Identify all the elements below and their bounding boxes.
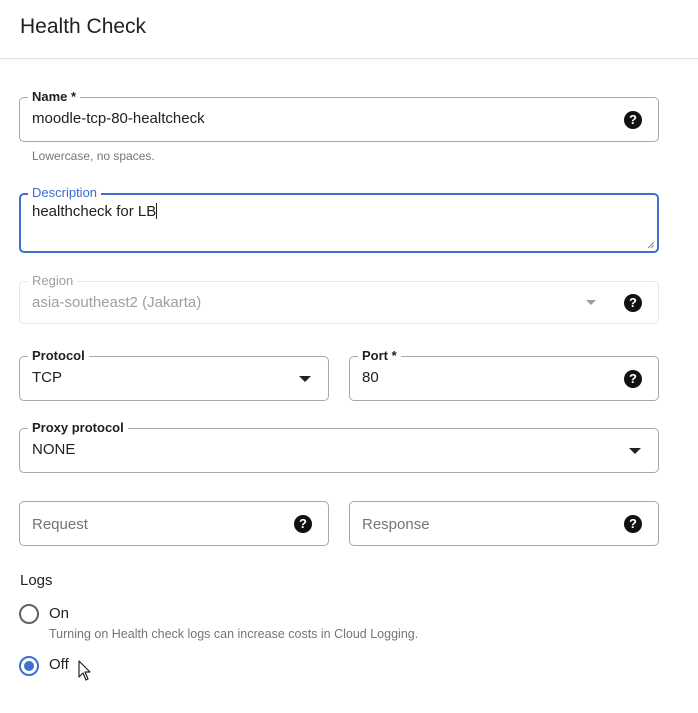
name-hint: Lowercase, no spaces. bbox=[32, 149, 155, 163]
help-circle-icon[interactable]: ? bbox=[294, 515, 312, 533]
request-field[interactable]: Request ? bbox=[19, 501, 329, 546]
help-circle-icon[interactable]: ? bbox=[624, 294, 642, 312]
response-input[interactable]: Response bbox=[362, 516, 430, 534]
region-label: Region bbox=[28, 273, 78, 289]
dropdown-arrow-icon bbox=[299, 376, 311, 382]
name-input[interactable]: moodle-tcp-80-healtcheck bbox=[32, 110, 205, 128]
help-circle-icon[interactable]: ? bbox=[624, 515, 642, 533]
port-label: Port * bbox=[358, 348, 401, 364]
port-input[interactable]: 80 bbox=[362, 369, 379, 387]
protocol-label: Protocol bbox=[28, 348, 89, 364]
name-field[interactable]: Name * moodle-tcp-80-healtcheck ? bbox=[19, 89, 659, 142]
proxy-protocol-label: Proxy protocol bbox=[28, 420, 128, 436]
logs-on-radio[interactable] bbox=[19, 604, 39, 624]
region-value: asia-southeast2 (Jakarta) bbox=[32, 294, 202, 311]
resize-handle-icon[interactable] bbox=[647, 241, 655, 249]
region-select: Region asia-southeast2 (Jakarta) ? bbox=[19, 273, 659, 324]
logs-off-radio[interactable] bbox=[19, 656, 39, 676]
port-field[interactable]: Port * 80 ? bbox=[349, 348, 659, 401]
proxy-protocol-select[interactable]: Proxy protocol NONE bbox=[19, 420, 659, 473]
help-circle-icon[interactable]: ? bbox=[624, 111, 642, 129]
dropdown-arrow-icon bbox=[586, 300, 596, 305]
description-value: healthcheck for LB bbox=[32, 203, 157, 220]
mouse-cursor-icon bbox=[78, 660, 91, 681]
request-input[interactable]: Request bbox=[32, 516, 88, 534]
name-label: Name * bbox=[28, 89, 81, 105]
protocol-value: TCP bbox=[32, 369, 62, 386]
description-textarea[interactable]: healthcheck for LB bbox=[32, 203, 158, 221]
dropdown-arrow-icon bbox=[629, 448, 641, 454]
description-field[interactable]: Description healthcheck for LB bbox=[19, 185, 659, 253]
logs-off-label[interactable]: Off bbox=[49, 656, 69, 673]
proxy-protocol-value: NONE bbox=[32, 441, 76, 458]
panel-header: Health Check bbox=[0, 0, 698, 59]
help-circle-icon[interactable]: ? bbox=[624, 370, 642, 388]
response-field[interactable]: Response ? bbox=[349, 501, 659, 546]
page-title: Health Check bbox=[20, 15, 147, 38]
description-label: Description bbox=[28, 185, 102, 201]
logs-on-description: Turning on Health check logs can increas… bbox=[49, 627, 419, 641]
logs-on-label[interactable]: On bbox=[49, 605, 69, 622]
logs-label: Logs bbox=[20, 572, 53, 589]
text-cursor bbox=[156, 203, 158, 219]
protocol-select[interactable]: Protocol TCP bbox=[19, 348, 329, 401]
